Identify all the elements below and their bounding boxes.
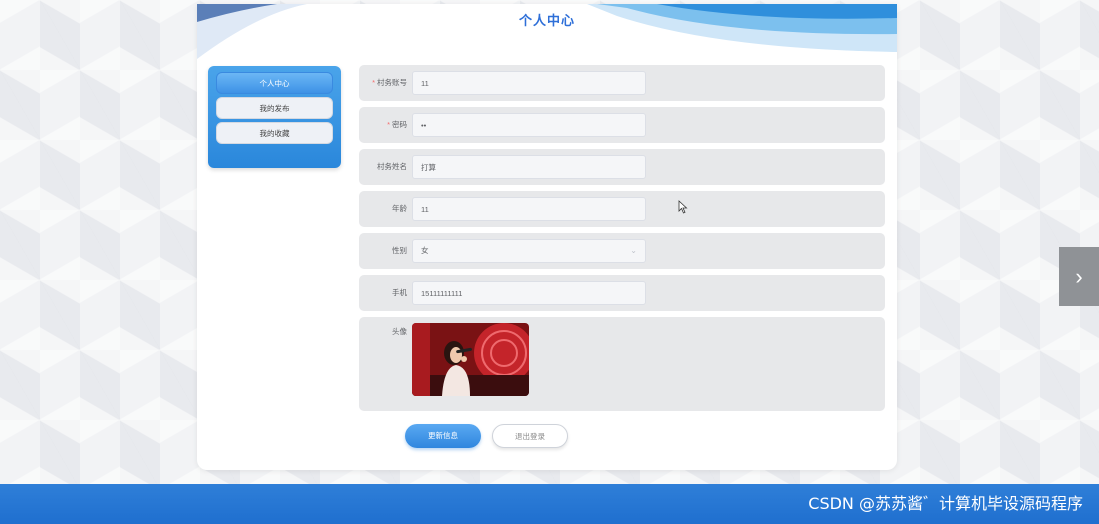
account-input[interactable]: [412, 71, 646, 95]
gender-label: 性别: [392, 246, 407, 255]
side-menu: 个人中心 我的发布 我的收藏: [208, 66, 341, 168]
gender-select-value: 女: [421, 246, 429, 255]
menu-item-my-posts[interactable]: 我的发布: [216, 97, 333, 119]
form-row-avatar: 头像: [359, 317, 885, 411]
form-row-gender: 性别 女 ⌄: [359, 233, 885, 269]
gender-select[interactable]: 女 ⌄: [412, 239, 646, 263]
page-title: 个人中心: [518, 13, 575, 28]
form-row-name: 村务姓名: [359, 149, 885, 185]
menu-item-profile[interactable]: 个人中心: [216, 72, 333, 94]
name-input[interactable]: [412, 155, 646, 179]
phone-label: 手机: [392, 288, 407, 297]
menu-item-my-favorites[interactable]: 我的收藏: [216, 122, 333, 144]
form-row-account: * 村务账号: [359, 65, 885, 101]
avatar-image[interactable]: [412, 323, 529, 396]
chevron-down-icon: ⌄: [630, 246, 637, 255]
profile-card: 个人中心 个人中心 我的发布 我的收藏 *村务账号 *密码 村务姓名 年龄 性别…: [197, 4, 897, 470]
form-row-age: 年龄: [359, 191, 885, 227]
phone-input[interactable]: [412, 281, 646, 305]
chevron-right-icon[interactable]: ›: [1059, 247, 1099, 306]
age-label: 年龄: [392, 204, 407, 213]
footer-bar: CSDN @苏苏酱゛计算机毕设源码程序: [0, 484, 1099, 524]
password-label: * 密码: [387, 120, 407, 129]
account-label: * 村务账号: [372, 78, 407, 87]
form-row-phone: 手机: [359, 275, 885, 311]
watermark-text: CSDN @苏苏酱゛计算机毕设源码程序: [808, 494, 1083, 513]
update-info-button[interactable]: 更新信息: [405, 424, 481, 448]
avatar-photo: [412, 323, 529, 396]
avatar-label: 头像: [392, 327, 407, 336]
password-input[interactable]: [412, 113, 646, 137]
logout-button[interactable]: 退出登录: [492, 424, 568, 448]
name-label: 村务姓名: [377, 162, 407, 171]
form-row-password: * 密码: [359, 107, 885, 143]
age-input[interactable]: [412, 197, 646, 221]
mouse-cursor-icon: [678, 200, 688, 214]
